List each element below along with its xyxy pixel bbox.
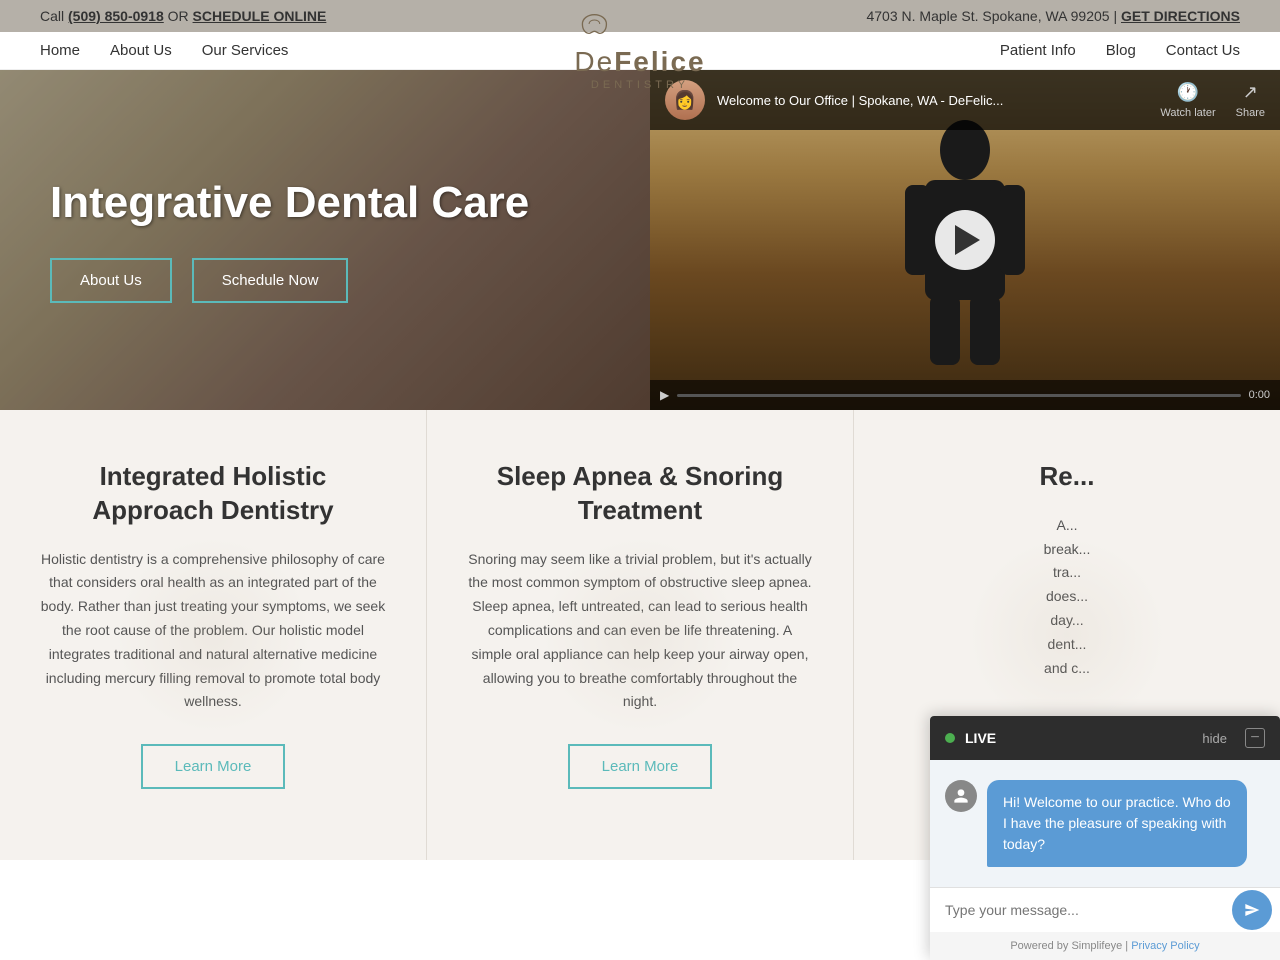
nav-patient-info[interactable]: Patient Info <box>1000 42 1076 59</box>
nav-right: Patient Info Blog Contact Us <box>1000 42 1240 59</box>
logo-felice: Felice <box>614 46 705 77</box>
logo-de: De <box>574 46 614 77</box>
powered-by-text: Powered by Simplifeye | <box>1010 940 1131 952</box>
video-progress-bar[interactable]: ▶ 0:00 <box>650 380 1280 410</box>
watch-later-button[interactable]: 🕐 Watch later <box>1160 82 1215 119</box>
directions-link[interactable]: GET DIRECTIONS <box>1121 8 1240 24</box>
video-overlay: 👩 Welcome to Our Office | Spokane, WA - … <box>650 70 1280 130</box>
chat-bot-avatar <box>945 780 977 812</box>
hero-title: Integrative Dental Care <box>50 178 600 228</box>
live-indicator-dot <box>945 733 955 743</box>
nav-blog[interactable]: Blog <box>1106 42 1136 59</box>
top-bar-right: 4703 N. Maple St. Spokane, WA 99205 | GE… <box>866 8 1240 24</box>
logo-text: DeFelice DENTISTRY <box>574 47 705 92</box>
user-icon <box>951 786 971 806</box>
share-button[interactable]: ↗ Share <box>1236 82 1265 119</box>
play-triangle-icon <box>955 225 980 255</box>
nav-home[interactable]: Home <box>40 42 80 59</box>
send-icon <box>1244 902 1260 918</box>
card-1-learn-more-button[interactable]: Learn More <box>141 744 286 789</box>
chat-footer: Powered by Simplifeye | Privacy Policy <box>930 932 1280 960</box>
hero-buttons: About Us Schedule Now <box>50 258 600 303</box>
card-2-text: Snoring may seem like a trivial problem,… <box>467 548 813 715</box>
logo-dentistry: DENTISTRY <box>574 79 705 91</box>
play-button[interactable] <box>935 210 995 270</box>
top-bar-left: Call (509) 850-0918 OR SCHEDULE ONLINE <box>40 8 326 24</box>
share-label: Share <box>1236 107 1265 119</box>
hero-left: Integrative Dental Care About Us Schedul… <box>0 70 650 410</box>
main-nav: Home About Us Our Services DeFelice DENT… <box>0 32 1280 70</box>
about-us-button[interactable]: About Us <box>50 258 172 303</box>
call-text: Call <box>40 8 68 24</box>
address-text: 4703 N. Maple St. Spokane, WA 99205 | <box>866 8 1121 24</box>
card-1-title: Integrated Holistic Approach Dentistry <box>40 460 386 528</box>
hero-content: Integrative Dental Care About Us Schedul… <box>50 178 600 303</box>
nav-about-us[interactable]: About Us <box>110 42 172 59</box>
nav-left: Home About Us Our Services <box>40 42 288 59</box>
share-icon: ↗ <box>1243 82 1258 103</box>
card-3-title: Re... <box>894 460 1240 494</box>
card-holistic: Integrated Holistic Approach Dentistry H… <box>0 410 427 860</box>
logo: DeFelice DENTISTRY <box>574 10 705 92</box>
watch-later-icon: 🕐 <box>1177 82 1199 103</box>
chat-widget: LIVE hide − Hi! Welcome to our practice.… <box>930 716 1280 960</box>
hero-video[interactable]: 👩 Welcome to Our Office | Spokane, WA - … <box>650 70 1280 410</box>
progress-track[interactable] <box>677 394 1240 397</box>
card-2-learn-more-button[interactable]: Learn More <box>568 744 713 789</box>
chat-hide-button[interactable]: hide <box>1202 731 1227 746</box>
nav-contact-us[interactable]: Contact Us <box>1166 42 1240 59</box>
live-label: LIVE <box>965 730 1192 746</box>
chat-input-field[interactable] <box>930 888 1232 932</box>
phone-link[interactable]: (509) 850-0918 <box>68 8 164 24</box>
video-play-icon[interactable]: ▶ <box>660 388 669 402</box>
nav-our-services[interactable]: Our Services <box>202 42 289 59</box>
chat-message-bubble: Hi! Welcome to our practice. Who do I ha… <box>987 780 1247 867</box>
play-btn-circle[interactable] <box>935 210 995 270</box>
schedule-online-link[interactable]: SCHEDULE ONLINE <box>193 8 327 24</box>
chat-send-button[interactable] <box>1232 890 1272 930</box>
video-title-text: Welcome to Our Office | Spokane, WA - De… <box>717 93 1148 108</box>
schedule-now-button[interactable]: Schedule Now <box>192 258 349 303</box>
chat-messages: Hi! Welcome to our practice. Who do I ha… <box>930 760 1280 887</box>
progress-time: 0:00 <box>1249 389 1270 401</box>
watch-later-label: Watch later <box>1160 107 1215 119</box>
card-1-text: Holistic dentistry is a comprehensive ph… <box>40 548 386 715</box>
logo-tooth-icon <box>574 10 614 40</box>
chat-header: LIVE hide − <box>930 716 1280 760</box>
or-text: OR <box>164 8 193 24</box>
chat-minimize-button[interactable]: − <box>1245 728 1265 748</box>
hero-section: Integrative Dental Care About Us Schedul… <box>0 70 1280 410</box>
chat-input-area <box>930 887 1280 932</box>
privacy-policy-link[interactable]: Privacy Policy <box>1131 940 1199 952</box>
video-actions: 🕐 Watch later ↗ Share <box>1160 82 1265 119</box>
card-sleep-apnea: Sleep Apnea & Snoring Treatment Snoring … <box>427 410 854 860</box>
card-3-text: A...break...tra...does...day...dent...an… <box>894 514 1240 681</box>
card-2-title: Sleep Apnea & Snoring Treatment <box>467 460 813 528</box>
